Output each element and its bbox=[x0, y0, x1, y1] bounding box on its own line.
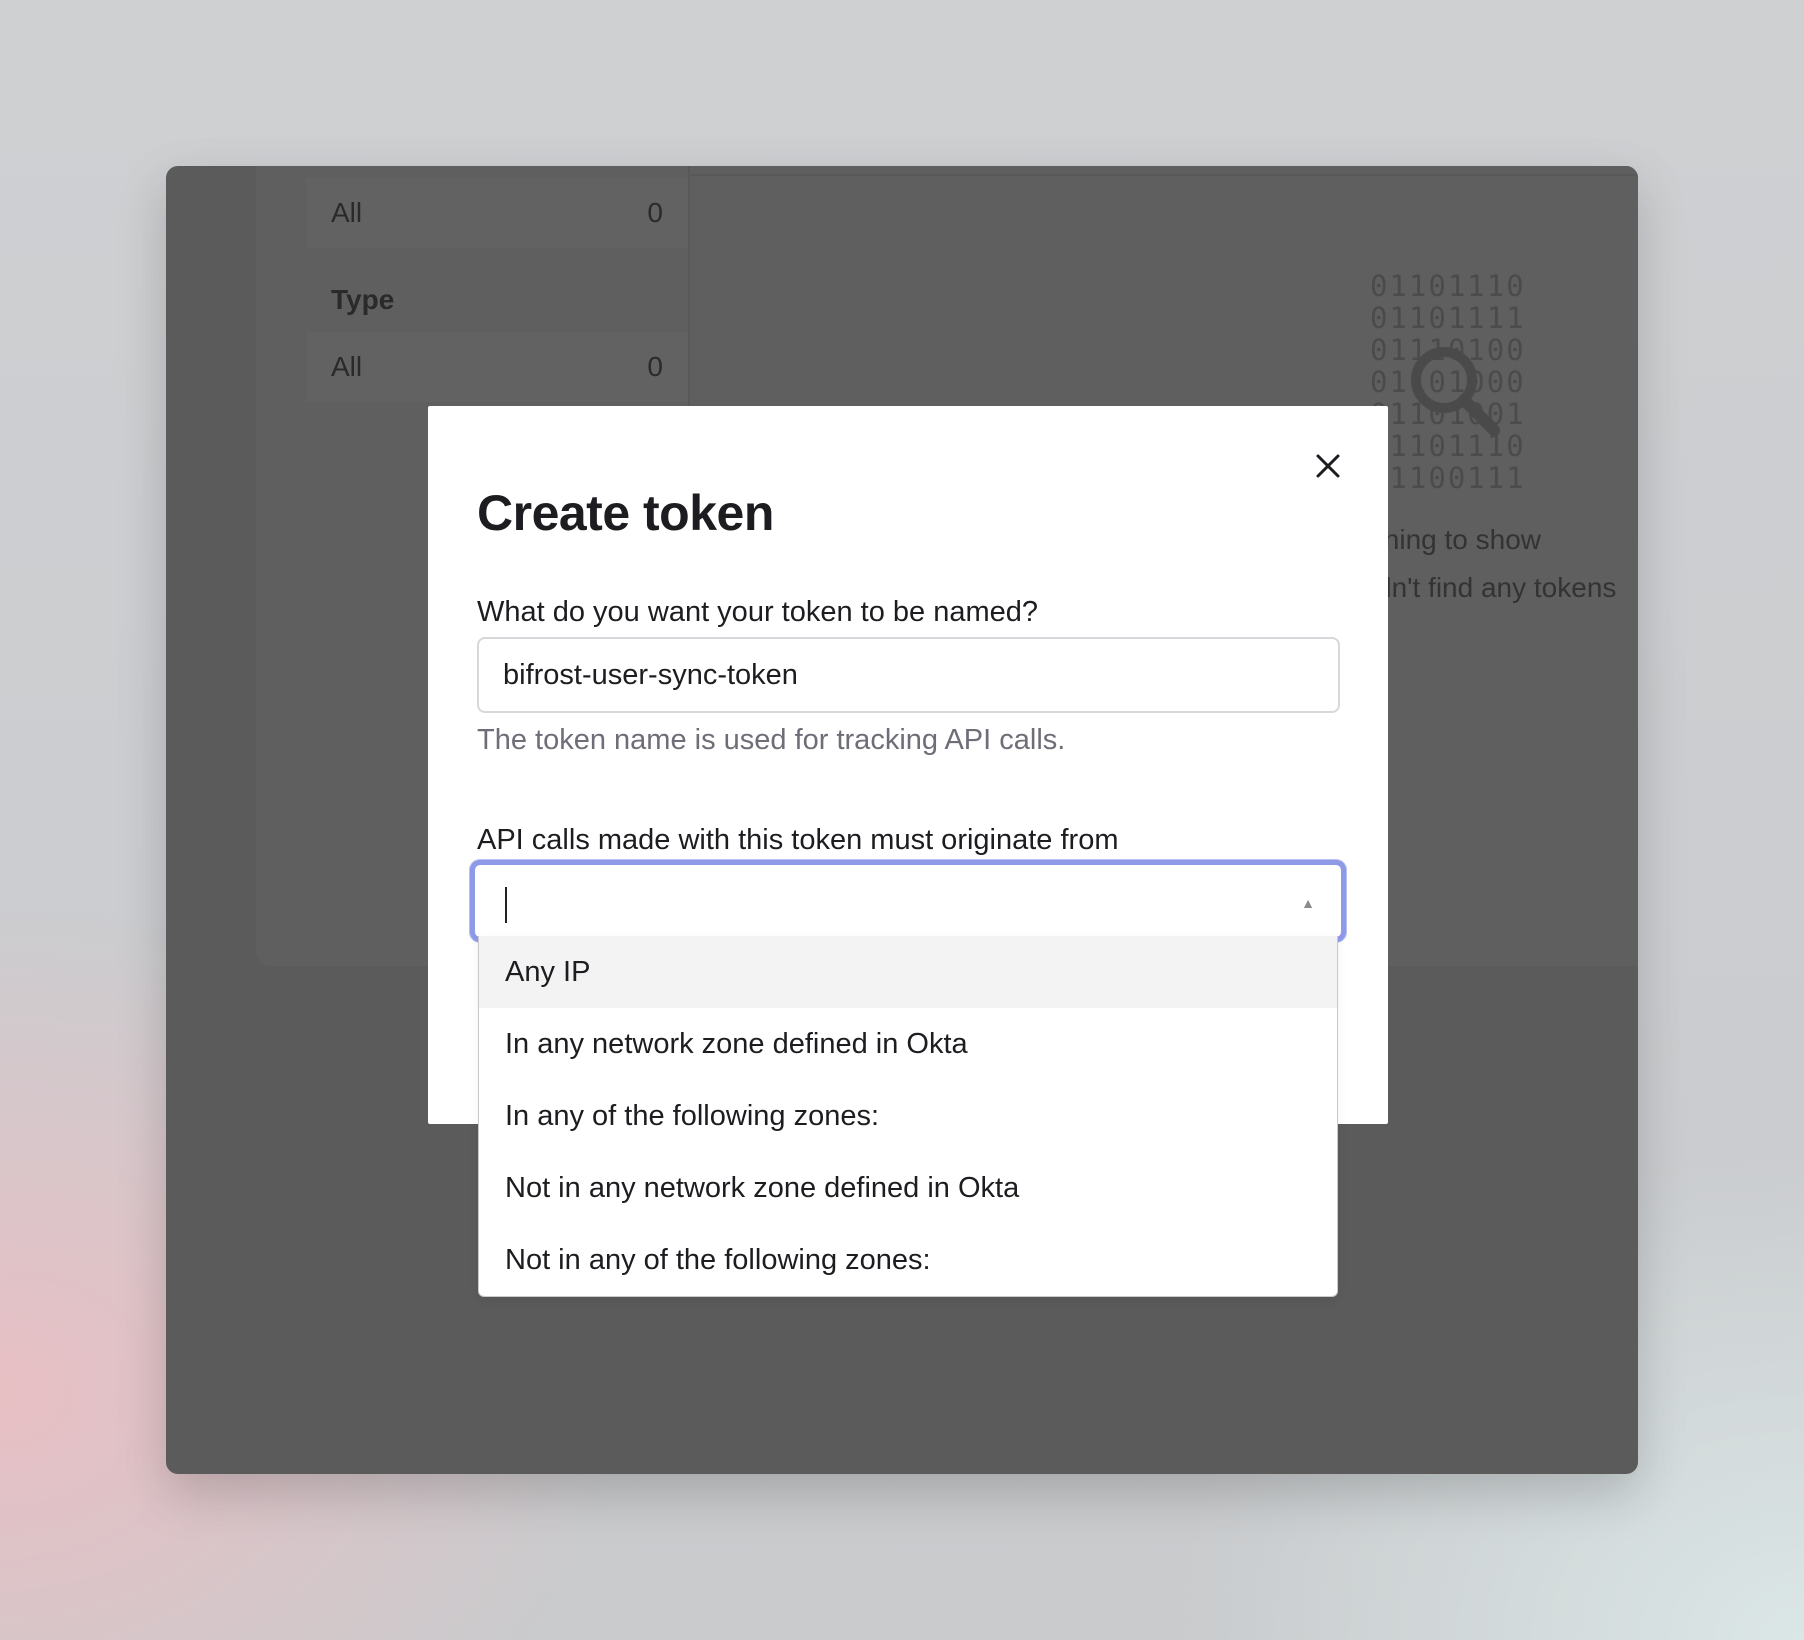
close-icon bbox=[1316, 454, 1340, 478]
facet-status-all[interactable]: All 0 bbox=[306, 178, 688, 248]
close-button[interactable] bbox=[1308, 446, 1348, 486]
option-any-ip[interactable]: Any IP bbox=[479, 936, 1337, 1008]
horizontal-divider bbox=[688, 174, 1638, 176]
origin-label: API calls made with this token must orig… bbox=[477, 824, 1119, 856]
binary-line: 01101110 bbox=[1370, 269, 1526, 303]
option-any-okta-zone[interactable]: In any network zone defined in Okta bbox=[479, 1008, 1337, 1080]
binary-line: 01101111 bbox=[1370, 301, 1526, 335]
facet-label: All bbox=[331, 351, 363, 382]
binary-line: 01100111 bbox=[1370, 461, 1526, 495]
token-name-input[interactable] bbox=[477, 637, 1340, 713]
token-name-label: What do you want your token to be named? bbox=[477, 596, 1039, 628]
origin-options-list: Any IP In any network zone defined in Ok… bbox=[478, 936, 1338, 1297]
facet-count: 0 bbox=[647, 197, 663, 228]
caret-up-icon[interactable]: ▲ bbox=[1301, 895, 1315, 911]
facet-type-all[interactable]: All 0 bbox=[306, 332, 688, 402]
text-cursor bbox=[505, 887, 507, 923]
facet-label: All bbox=[331, 197, 363, 228]
origin-combobox[interactable]: ▲ bbox=[470, 860, 1346, 942]
option-not-following-zones[interactable]: Not in any of the following zones: bbox=[479, 1224, 1337, 1296]
option-not-okta-zone[interactable]: Not in any network zone defined in Okta bbox=[479, 1152, 1337, 1224]
magnifier-icon bbox=[1411, 347, 1500, 436]
dialog-title: Create token bbox=[477, 485, 774, 541]
empty-state-title: thing to show bbox=[1376, 524, 1541, 555]
option-following-zones[interactable]: In any of the following zones: bbox=[479, 1080, 1337, 1152]
facet-heading-type: Type bbox=[331, 284, 395, 315]
facet-count: 0 bbox=[647, 351, 663, 382]
empty-state-subtitle: dn't find any tokens bbox=[1376, 572, 1617, 603]
token-name-hint: The token name is used for tracking API … bbox=[477, 724, 1066, 756]
